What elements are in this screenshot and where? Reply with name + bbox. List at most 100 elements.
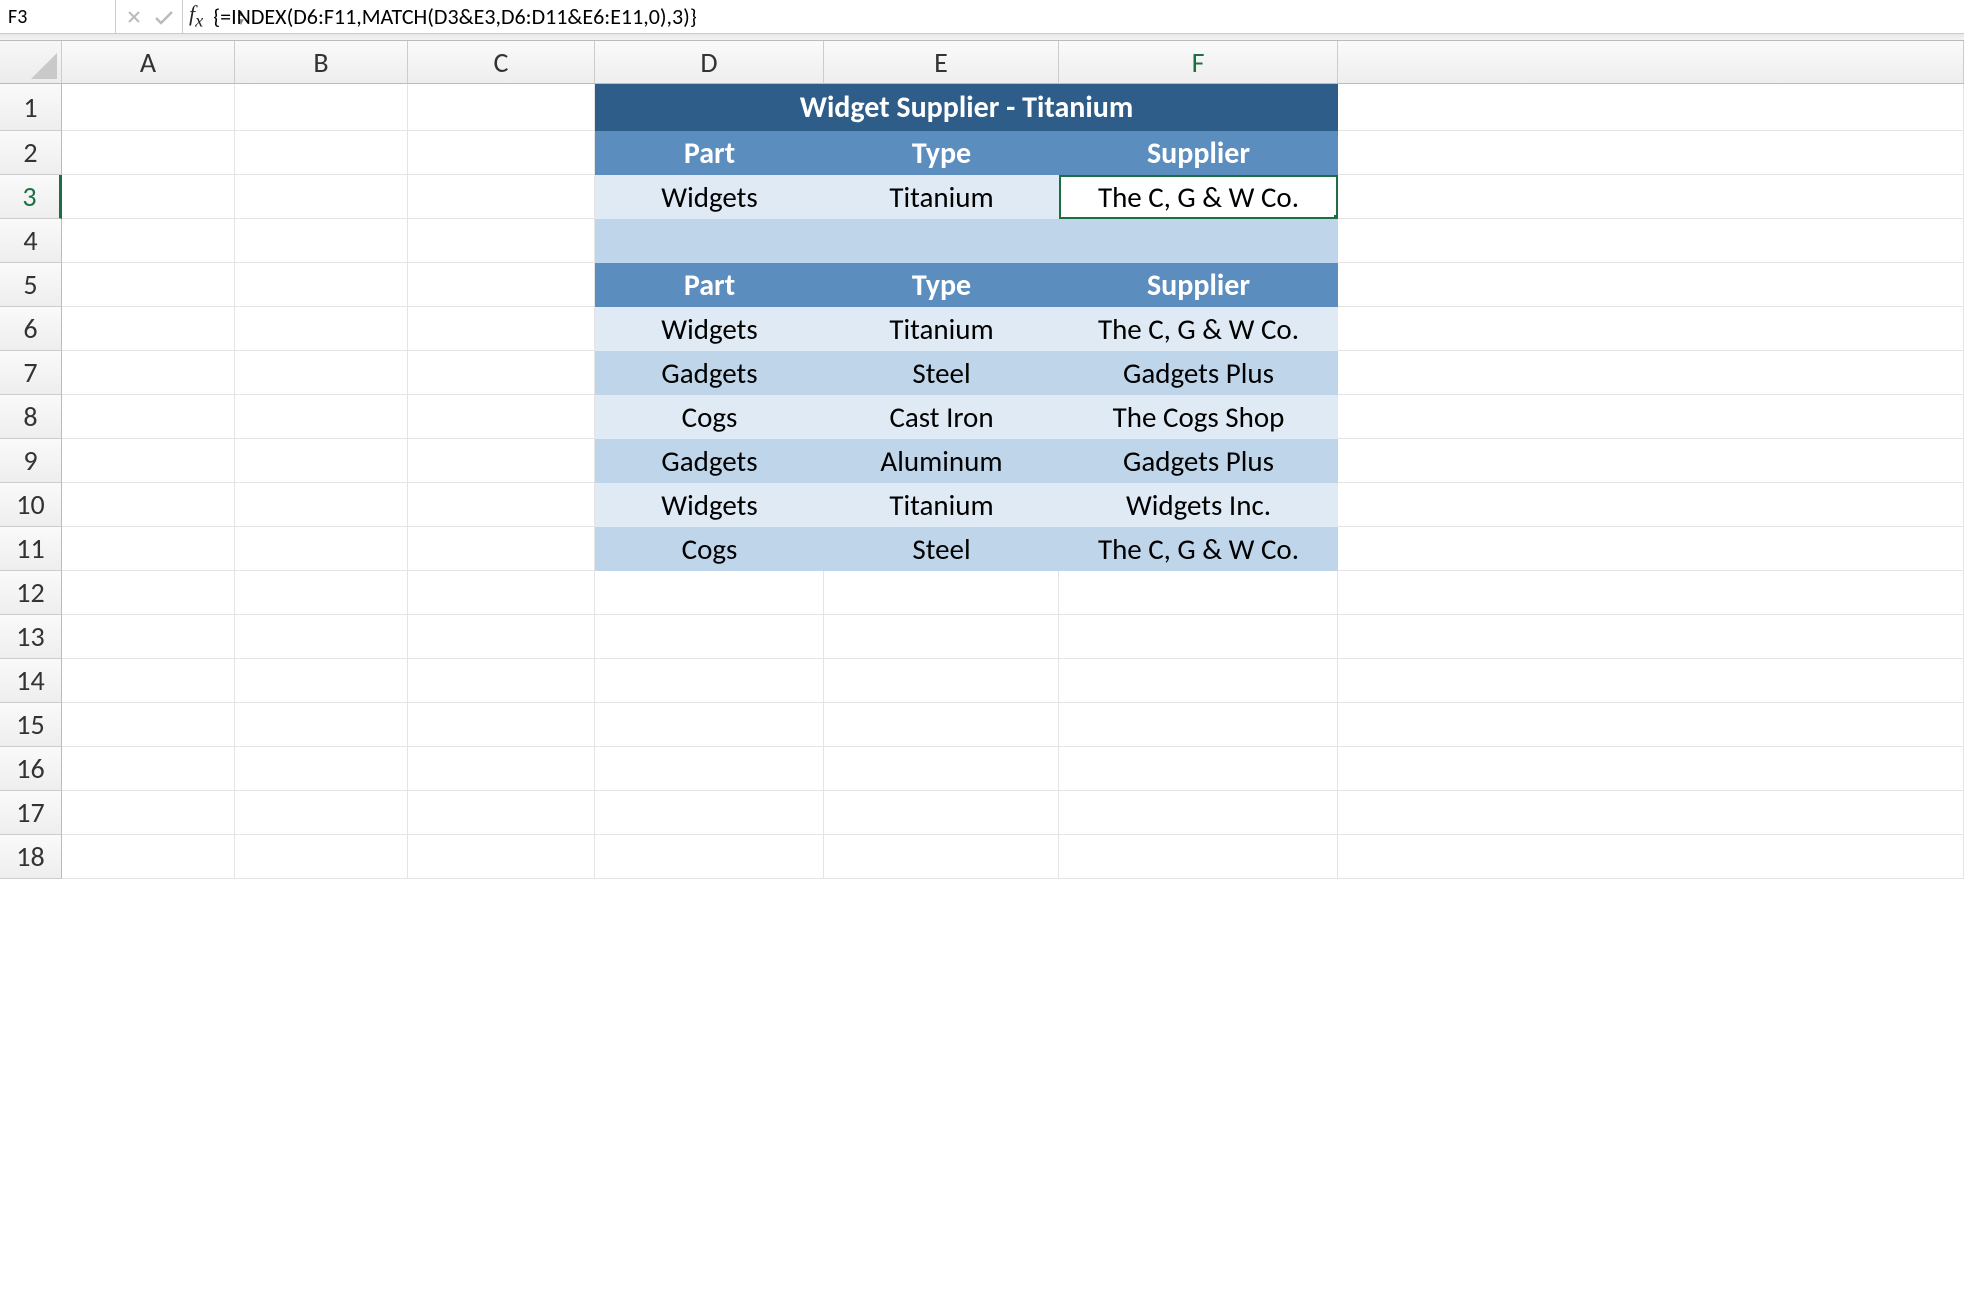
- cell-D9[interactable]: Gadgets: [595, 439, 824, 483]
- row-header-4[interactable]: 4: [0, 219, 62, 263]
- cell-C13[interactable]: [408, 615, 595, 659]
- column-header-rest[interactable]: [1338, 41, 1964, 84]
- cell-A10[interactable]: [62, 483, 235, 527]
- cell-G15[interactable]: [1338, 703, 1964, 747]
- cell-F17[interactable]: [1059, 791, 1338, 835]
- cell-D10[interactable]: Widgets: [595, 483, 824, 527]
- cell-A14[interactable]: [62, 659, 235, 703]
- cell-D13[interactable]: [595, 615, 824, 659]
- cell-G18[interactable]: [1338, 835, 1964, 879]
- cell-C6[interactable]: [408, 307, 595, 351]
- cell-G6[interactable]: [1338, 307, 1964, 351]
- cell-G11[interactable]: [1338, 527, 1964, 571]
- cell-F7[interactable]: Gadgets Plus: [1059, 351, 1338, 395]
- cell-C12[interactable]: [408, 571, 595, 615]
- cell-C11[interactable]: [408, 527, 595, 571]
- cell-F3[interactable]: The C, G & W Co.: [1059, 175, 1338, 219]
- cell-D4[interactable]: [595, 219, 824, 263]
- column-header-E[interactable]: E: [824, 41, 1059, 84]
- cell-E5[interactable]: Type: [824, 263, 1059, 307]
- cancel-icon[interactable]: [124, 7, 144, 27]
- cell-D11[interactable]: Cogs: [595, 527, 824, 571]
- cell-B3[interactable]: [235, 175, 408, 219]
- cell-C16[interactable]: [408, 747, 595, 791]
- cell-A18[interactable]: [62, 835, 235, 879]
- cell-E13[interactable]: [824, 615, 1059, 659]
- cell-A8[interactable]: [62, 395, 235, 439]
- column-header-C[interactable]: C: [408, 41, 595, 84]
- cell-F9[interactable]: Gadgets Plus: [1059, 439, 1338, 483]
- cell-E8[interactable]: Cast Iron: [824, 395, 1059, 439]
- cell-E6[interactable]: Titanium: [824, 307, 1059, 351]
- cell-B4[interactable]: [235, 219, 408, 263]
- cell-D8[interactable]: Cogs: [595, 395, 824, 439]
- cell-B17[interactable]: [235, 791, 408, 835]
- cell-E9[interactable]: Aluminum: [824, 439, 1059, 483]
- cell-B11[interactable]: [235, 527, 408, 571]
- cell-A13[interactable]: [62, 615, 235, 659]
- cell-E11[interactable]: Steel: [824, 527, 1059, 571]
- cell-E15[interactable]: [824, 703, 1059, 747]
- cell-F4[interactable]: [1059, 219, 1338, 263]
- cell-F6[interactable]: The C, G & W Co.: [1059, 307, 1338, 351]
- cell-A5[interactable]: [62, 263, 235, 307]
- fill-handle[interactable]: [1334, 215, 1338, 219]
- cell-A3[interactable]: [62, 175, 235, 219]
- row-header-3[interactable]: 3: [0, 175, 62, 219]
- cell-G16[interactable]: [1338, 747, 1964, 791]
- cell-E14[interactable]: [824, 659, 1059, 703]
- cell-C4[interactable]: [408, 219, 595, 263]
- cell-E3[interactable]: Titanium: [824, 175, 1059, 219]
- cell-F2[interactable]: Supplier: [1059, 131, 1338, 175]
- cell-G17[interactable]: [1338, 791, 1964, 835]
- cell-C9[interactable]: [408, 439, 595, 483]
- cell-D5[interactable]: Part: [595, 263, 824, 307]
- row-header-16[interactable]: 16: [0, 747, 62, 791]
- cell-F8[interactable]: The Cogs Shop: [1059, 395, 1338, 439]
- cell-A1[interactable]: [62, 84, 235, 131]
- cell-B9[interactable]: [235, 439, 408, 483]
- cell-C3[interactable]: [408, 175, 595, 219]
- cell-D7[interactable]: Gadgets: [595, 351, 824, 395]
- cell-B8[interactable]: [235, 395, 408, 439]
- cell-A4[interactable]: [62, 219, 235, 263]
- cell-B16[interactable]: [235, 747, 408, 791]
- cell-G8[interactable]: [1338, 395, 1964, 439]
- cell-C7[interactable]: [408, 351, 595, 395]
- row-header-14[interactable]: 14: [0, 659, 62, 703]
- cell-G1[interactable]: [1338, 84, 1964, 131]
- row-header-18[interactable]: 18: [0, 835, 62, 879]
- cell-F16[interactable]: [1059, 747, 1338, 791]
- row-header-2[interactable]: 2: [0, 131, 62, 175]
- cell-A17[interactable]: [62, 791, 235, 835]
- cell-G7[interactable]: [1338, 351, 1964, 395]
- cell-C5[interactable]: [408, 263, 595, 307]
- cell-A6[interactable]: [62, 307, 235, 351]
- cell-A15[interactable]: [62, 703, 235, 747]
- formula-input[interactable]: [209, 3, 1964, 30]
- cell-F13[interactable]: [1059, 615, 1338, 659]
- cell-C2[interactable]: [408, 131, 595, 175]
- cell-D15[interactable]: [595, 703, 824, 747]
- enter-icon[interactable]: [154, 7, 174, 27]
- cell-B10[interactable]: [235, 483, 408, 527]
- row-header-5[interactable]: 5: [0, 263, 62, 307]
- row-header-17[interactable]: 17: [0, 791, 62, 835]
- cell-D18[interactable]: [595, 835, 824, 879]
- cell-C18[interactable]: [408, 835, 595, 879]
- cell-G10[interactable]: [1338, 483, 1964, 527]
- cell-C15[interactable]: [408, 703, 595, 747]
- cell-G5[interactable]: [1338, 263, 1964, 307]
- cell-D1-F1-title[interactable]: Widget Supplier - Titanium: [595, 84, 1338, 131]
- cell-D6[interactable]: Widgets: [595, 307, 824, 351]
- cell-G12[interactable]: [1338, 571, 1964, 615]
- cell-D3[interactable]: Widgets: [595, 175, 824, 219]
- row-header-8[interactable]: 8: [0, 395, 62, 439]
- row-header-12[interactable]: 12: [0, 571, 62, 615]
- cell-F11[interactable]: The C, G & W Co.: [1059, 527, 1338, 571]
- cell-E7[interactable]: Steel: [824, 351, 1059, 395]
- cell-B5[interactable]: [235, 263, 408, 307]
- cell-C8[interactable]: [408, 395, 595, 439]
- cell-A7[interactable]: [62, 351, 235, 395]
- cell-B1[interactable]: [235, 84, 408, 131]
